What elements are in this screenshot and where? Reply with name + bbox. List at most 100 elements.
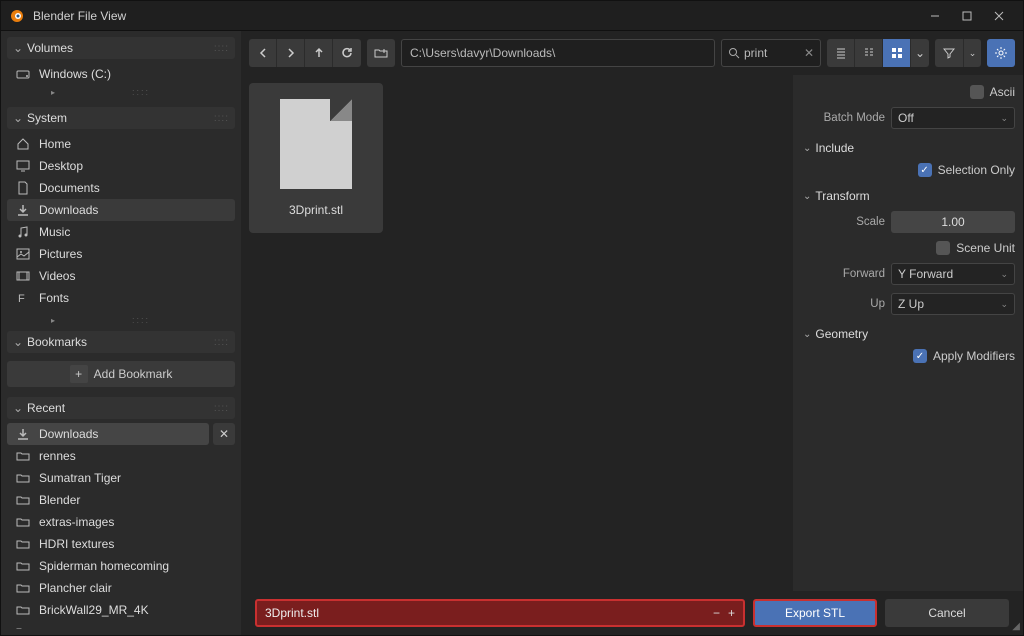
nav-refresh-button[interactable] (333, 39, 361, 67)
forward-select[interactable]: Y Forward ⌄ (891, 263, 1015, 285)
apply-modifiers-checkbox[interactable]: ✓ Apply Modifiers (866, 349, 1015, 363)
volumes-header[interactable]: ⌄ Volumes :::: (7, 37, 235, 59)
chevron-down-icon: ⌄ (1000, 113, 1008, 124)
filename-input[interactable]: 3Dprint.stl − + (255, 599, 745, 627)
filter-dropdown[interactable]: ⌄ (963, 39, 981, 67)
export-button-label: Export STL (785, 606, 845, 620)
checkbox-on-icon: ✓ (913, 349, 927, 363)
nav-forward-button[interactable] (277, 39, 305, 67)
path-input[interactable]: C:\Users\davyr\Downloads\ (401, 39, 715, 67)
desktop-icon (15, 158, 31, 174)
chevron-down-icon: ⌄ (13, 401, 23, 415)
checkbox-off-icon (936, 241, 950, 255)
document-icon (280, 99, 352, 189)
recent-item[interactable]: Blender (7, 489, 209, 511)
recent-item-label: rennes (39, 449, 201, 463)
include-section-header[interactable]: ⌄ Include (801, 135, 1015, 157)
scene-unit-checkbox[interactable]: Scene Unit (866, 241, 1015, 255)
window-maximize-button[interactable] (951, 2, 983, 30)
scale-label: Scale (801, 216, 885, 228)
toolbar: C:\Users\davyr\Downloads\ print ✕ ⌄ ⌄ (241, 31, 1023, 75)
system-item-label: Fonts (39, 291, 227, 305)
resize-handle-icon[interactable]: ◢ (1012, 621, 1020, 632)
system-item-videos[interactable]: Videos (7, 265, 235, 287)
bookmarks-header-label: Bookmarks (27, 335, 87, 349)
system-item-pictures[interactable]: Pictures (7, 243, 235, 265)
folder-icon (15, 514, 31, 530)
nav-back-button[interactable] (249, 39, 277, 67)
funnel-icon (943, 47, 955, 59)
view-options-dropdown[interactable]: ⌄ (911, 39, 929, 67)
file-grid[interactable]: 3Dprint.stl (241, 75, 793, 591)
recent-item[interactable]: rennes (7, 445, 209, 467)
settings-button[interactable] (987, 39, 1015, 67)
search-icon (728, 47, 740, 59)
chevron-down-icon: ⌄ (803, 329, 811, 340)
recent-item-label: Blender (39, 493, 201, 507)
nav-up-button[interactable] (305, 39, 333, 67)
batch-mode-select[interactable]: Off ⌄ (891, 107, 1015, 129)
system-header[interactable]: ⌄ System :::: (7, 107, 235, 129)
scale-value: 1.00 (941, 215, 964, 229)
scale-input[interactable]: 1.00 (891, 211, 1015, 233)
folder-icon (15, 580, 31, 596)
window-minimize-button[interactable] (919, 2, 951, 30)
ascii-checkbox[interactable]: Ascii (866, 85, 1015, 99)
recent-item-label: HDRI textures (39, 537, 201, 551)
recent-item[interactable]: HDRI textures (7, 533, 209, 555)
window-close-button[interactable] (983, 2, 1015, 30)
system-item-home[interactable]: Home (7, 133, 235, 155)
recent-item[interactable]: extras-images (7, 511, 209, 533)
recent-item[interactable]: Plancher clair (7, 577, 209, 599)
bottom-bar: 3Dprint.stl − + Export STL Cancel (241, 591, 1023, 635)
filename-decrement-button[interactable]: − (713, 606, 720, 620)
transform-section-header[interactable]: ⌄ Transform (801, 183, 1015, 205)
search-input[interactable]: print ✕ (721, 39, 821, 67)
home-icon (15, 136, 31, 152)
view-thumbnails-button[interactable] (883, 39, 911, 67)
filter-button[interactable]: ⌄ (935, 39, 981, 67)
filename-increment-button[interactable]: + (728, 606, 735, 620)
include-label: Include (815, 141, 854, 155)
view-list-vertical-button[interactable] (827, 39, 855, 67)
recent-item-label: Spiderman homecoming (39, 559, 201, 573)
volumes-header-label: Volumes (27, 41, 73, 55)
system-item-documents[interactable]: Documents (7, 177, 235, 199)
file-thumbnail[interactable]: 3Dprint.stl (249, 83, 383, 233)
new-folder-button[interactable] (367, 39, 395, 67)
recent-item[interactable]: Spiderman homecoming (7, 555, 209, 577)
export-button[interactable]: Export STL (753, 599, 877, 627)
recent-item[interactable]: source (7, 621, 209, 629)
grip-icon: :::: (214, 403, 229, 414)
forward-value: Y Forward (898, 267, 953, 281)
system-item-label: Videos (39, 269, 227, 283)
filename-text: 3Dprint.stl (265, 606, 319, 620)
selection-only-checkbox[interactable]: ✓ Selection Only (866, 163, 1015, 177)
up-select[interactable]: Z Up ⌄ (891, 293, 1015, 315)
grip-icon: :::: (55, 87, 227, 97)
bookmarks-header[interactable]: ⌄ Bookmarks :::: (7, 331, 235, 353)
grip-icon: :::: (214, 113, 229, 124)
chevron-down-icon: ⌄ (13, 41, 23, 55)
cancel-button-label: Cancel (928, 606, 965, 620)
chevron-down-icon: ⌄ (1000, 299, 1008, 310)
recent-item-label: source (39, 625, 201, 629)
system-item-fonts[interactable]: FFonts (7, 287, 235, 309)
system-item-downloads[interactable]: Downloads (7, 199, 235, 221)
recent-header[interactable]: ⌄ Recent :::: (7, 397, 235, 419)
recent-item[interactable]: Downloads (7, 423, 209, 445)
search-clear-button[interactable]: ✕ (804, 46, 814, 60)
cancel-button[interactable]: Cancel (885, 599, 1009, 627)
recent-item[interactable]: Sumatran Tiger (7, 467, 209, 489)
selection-only-label: Selection Only (938, 163, 1015, 177)
volume-item[interactable]: Windows (C:) (7, 63, 235, 85)
recent-clear-button[interactable]: ✕ (213, 423, 235, 445)
system-item-desktop[interactable]: Desktop (7, 155, 235, 177)
view-list-horizontal-button[interactable] (855, 39, 883, 67)
system-item-music[interactable]: Music (7, 221, 235, 243)
system-item-label: Desktop (39, 159, 227, 173)
chevron-down-icon: ⌄ (803, 191, 811, 202)
geometry-section-header[interactable]: ⌄ Geometry (801, 321, 1015, 343)
recent-item[interactable]: BrickWall29_MR_4K (7, 599, 209, 621)
add-bookmark-button[interactable]: + Add Bookmark (7, 361, 235, 387)
